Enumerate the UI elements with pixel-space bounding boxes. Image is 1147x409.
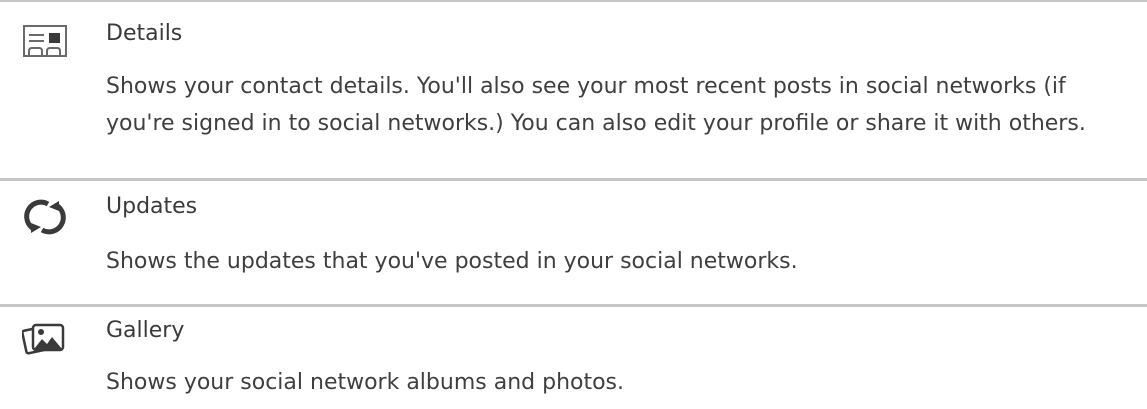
item-description: Shows your contact details. You'll also … — [106, 74, 1086, 136]
item-description: Shows your social network albums and pho… — [106, 370, 625, 395]
refresh-icon — [22, 197, 70, 237]
item-title: Gallery — [106, 318, 185, 343]
list-item-updates: Updates Shows the updates that you've po… — [0, 178, 1147, 304]
item-title: Details — [106, 21, 183, 46]
feature-list: Details Shows your contact details. You'… — [0, 0, 1147, 407]
photo-gallery-icon — [21, 319, 70, 359]
list-item-gallery: Gallery Shows your social network albums… — [0, 304, 1147, 409]
item-description: Shows the updates that you've posted in … — [106, 249, 798, 274]
list-item-details: Details Shows your contact details. You'… — [0, 2, 1147, 178]
item-title: Updates — [106, 194, 198, 219]
contact-card-icon — [22, 22, 70, 62]
